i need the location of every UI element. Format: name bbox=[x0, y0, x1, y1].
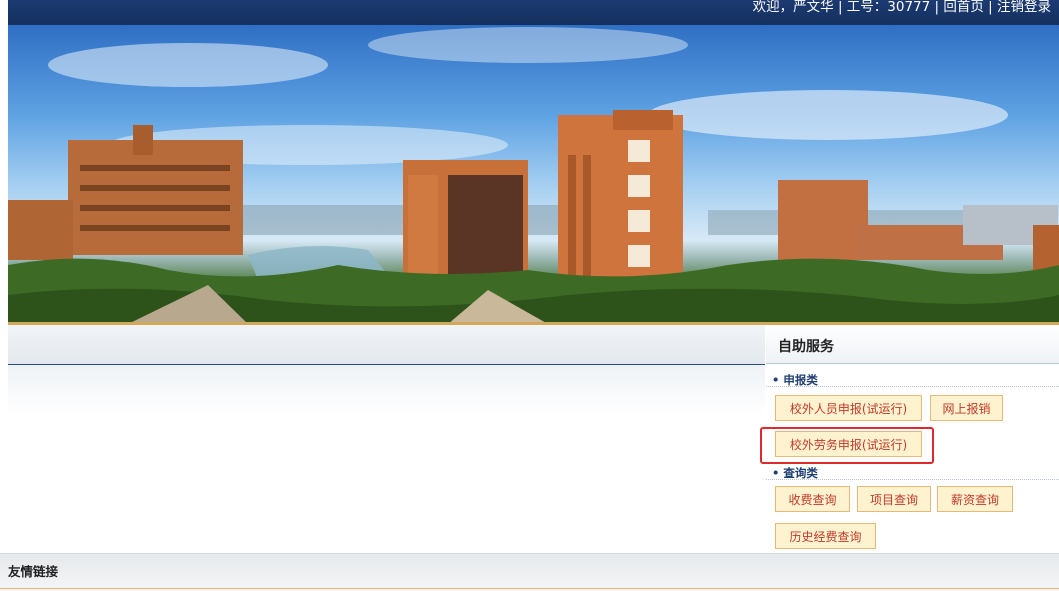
self-service-title: 自助服务 bbox=[778, 339, 834, 355]
salary-query-button[interactable]: 薪资查询 bbox=[937, 486, 1013, 512]
section-label-query: • 查询类 bbox=[772, 466, 818, 480]
top-bar: 欢迎，严文华 | 工号：30777 | 回首页 | 注销登录 bbox=[8, 0, 1059, 25]
highlight-box bbox=[760, 427, 934, 464]
project-query-button[interactable]: 项目查询 bbox=[857, 486, 931, 512]
self-service-header: 自助服务 bbox=[766, 325, 1059, 364]
campus-panorama-illustration bbox=[8, 27, 1059, 324]
main-content-header bbox=[8, 325, 765, 365]
main-content-area bbox=[8, 365, 765, 415]
friendly-links-title: 友情链接 bbox=[8, 564, 59, 579]
section-label-declare: • 申报类 bbox=[772, 373, 818, 387]
footer-divider bbox=[0, 588, 1059, 589]
online-reimbursement-button[interactable]: 网上报销 bbox=[930, 395, 1003, 421]
campus-banner-image bbox=[8, 25, 1059, 324]
friendly-links-bar: 友情链接 bbox=[0, 553, 1059, 591]
fee-query-button[interactable]: 收费查询 bbox=[775, 486, 850, 512]
welcome-user-links[interactable]: 欢迎，严文华 | 工号：30777 | 回首页 | 注销登录 bbox=[753, 0, 1051, 17]
history-funds-query-button[interactable]: 历史经费查询 bbox=[775, 523, 876, 549]
offcampus-personnel-declare-button[interactable]: 校外人员申报(试运行) bbox=[775, 395, 922, 421]
